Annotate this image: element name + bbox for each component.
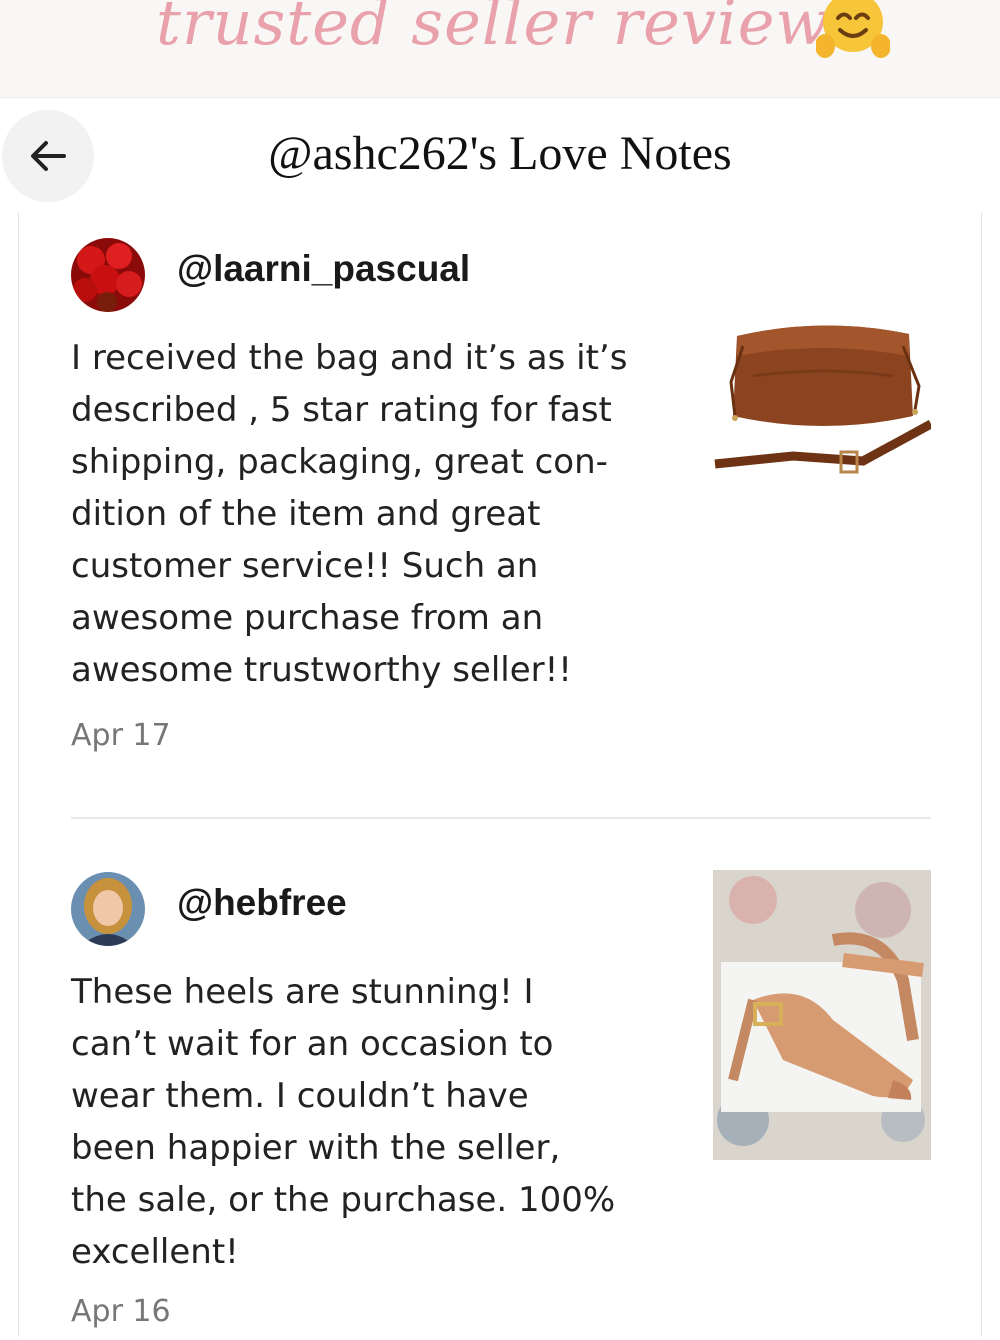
avatar[interactable] bbox=[71, 872, 145, 946]
item-photo-heels[interactable] bbox=[713, 870, 931, 1160]
red-roses-avatar-icon bbox=[71, 238, 145, 312]
review-date: Apr 17 bbox=[71, 718, 171, 753]
review-card: @laarni_pascual I received the bag and i… bbox=[71, 236, 931, 796]
item-photo-bag[interactable] bbox=[713, 306, 931, 486]
navigation-bar: @ashc262's Love Notes bbox=[0, 98, 1000, 216]
hugging-face-emoji-icon bbox=[816, 0, 890, 58]
promo-banner: trusted seller reviews bbox=[0, 0, 1000, 98]
woman-portrait-avatar-icon bbox=[71, 872, 145, 946]
review-text: These heels are stunning! I can’t wait f… bbox=[71, 972, 616, 1272]
avatar[interactable] bbox=[71, 238, 145, 312]
review-divider bbox=[71, 817, 931, 819]
reviewer-username[interactable]: @hebfree bbox=[177, 882, 347, 924]
review-text: I received the bag and it’s as it’s desc… bbox=[71, 338, 628, 690]
reviewer-username[interactable]: @laarni_pascual bbox=[177, 248, 470, 290]
page-title: @ashc262's Love Notes bbox=[268, 127, 732, 180]
review-card: @hebfree These heels are stunning! I can… bbox=[71, 870, 931, 1340]
reviews-feed[interactable]: @laarni_pascual I received the bag and i… bbox=[18, 212, 982, 1337]
banner-title: trusted seller reviews bbox=[156, 0, 863, 59]
review-date: Apr 16 bbox=[71, 1294, 171, 1329]
